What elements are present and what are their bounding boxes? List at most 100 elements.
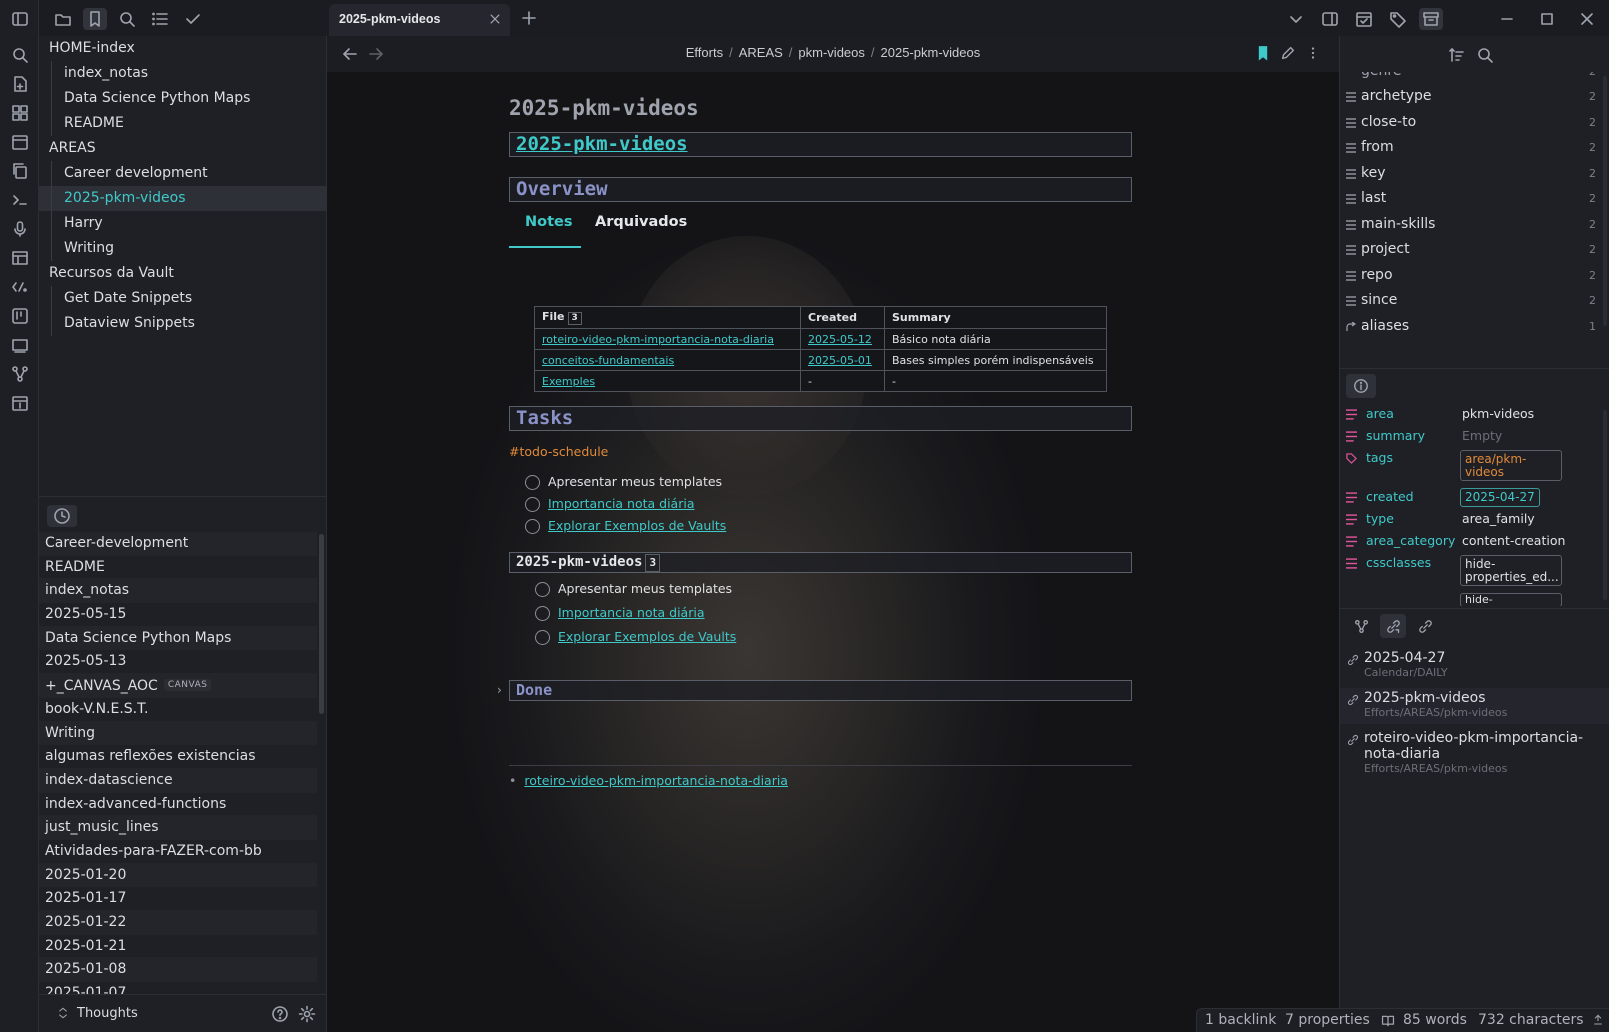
recent-file[interactable]: 2025-01-08	[39, 958, 317, 983]
status-properties[interactable]: 7 properties	[1285, 1012, 1370, 1028]
recent-file[interactable]: 2025-05-13	[39, 650, 317, 675]
task-checkbox[interactable]	[525, 475, 540, 490]
nav-item-active[interactable]: 2025-pkm-videos	[39, 186, 327, 211]
slides-icon[interactable]	[10, 335, 30, 355]
tag-item[interactable]: aliases 1	[1340, 314, 1602, 340]
recent-file[interactable]: algumas reflexões existencias	[39, 745, 317, 769]
backlinks-icon[interactable]	[1412, 614, 1438, 638]
bookmarks-icon[interactable]	[83, 8, 107, 30]
sync-icon[interactable]	[1592, 1013, 1604, 1027]
recent-file[interactable]: README	[39, 556, 317, 580]
kanban-icon[interactable]	[10, 306, 30, 326]
file-explorer-icon[interactable]	[51, 8, 75, 30]
help-icon[interactable]	[271, 1005, 289, 1023]
tasks-icon[interactable]	[181, 8, 205, 30]
tag-item[interactable]: from 2	[1340, 135, 1602, 161]
calendar-icon[interactable]	[10, 132, 30, 152]
link-item-hover[interactable]: 2025-pkm-videos Efforts/AREAS/pkm-videos	[1340, 688, 1609, 724]
nav-item[interactable]: index_notas	[39, 61, 327, 86]
task-checkbox[interactable]	[535, 582, 550, 597]
recent-file[interactable]: just_music_lines	[39, 816, 317, 840]
maximize-icon[interactable]	[1535, 8, 1559, 30]
nav-section-home[interactable]: HOME-index	[39, 36, 327, 61]
tag-item-partial[interactable]: genre 2	[1340, 72, 1602, 84]
nav-item[interactable]: Writing	[39, 236, 327, 261]
table-header-summary[interactable]: Summary	[884, 306, 1107, 329]
recent-file[interactable]: 2025-05-15	[39, 603, 317, 627]
search-tags-icon[interactable]	[1476, 46, 1494, 64]
calendar-view-icon[interactable]	[1352, 8, 1376, 30]
edit-pencil-icon[interactable]	[1280, 45, 1296, 61]
minimize-icon[interactable]	[1495, 8, 1519, 30]
recent-file[interactable]: 2025-01-20	[39, 863, 317, 888]
sidebar-toggle-icon[interactable]	[10, 9, 30, 29]
tag-pill[interactable]: area/pkm-videos	[1460, 450, 1562, 481]
task-checkbox[interactable]	[535, 606, 550, 621]
daily-note-icon[interactable]	[10, 393, 30, 413]
nav-item[interactable]: Harry	[39, 211, 327, 236]
graph-icon[interactable]	[10, 364, 30, 384]
nav-item[interactable]: README	[39, 111, 327, 136]
task-link[interactable]: Explorar Exemplos de Vaults	[558, 629, 736, 644]
copy-icon[interactable]	[10, 161, 30, 181]
nav-section-recursos[interactable]: Recursos da Vault	[39, 261, 327, 286]
recent-file[interactable]: Data Science Python Maps	[39, 626, 317, 651]
table-header-created[interactable]: Created	[800, 306, 885, 329]
task-link[interactable]: Importancia nota diária	[548, 496, 695, 511]
recent-file[interactable]: index-datascience	[39, 768, 317, 793]
task-checkbox[interactable]	[525, 497, 540, 512]
recent-file[interactable]: 2025-01-22	[39, 911, 317, 935]
search-icon[interactable]	[10, 45, 30, 65]
date-link[interactable]: 2025-05-12	[808, 333, 872, 346]
backlink-link[interactable]: roteiro-video-pkm-importancia-nota-diari…	[524, 773, 788, 788]
close-icon[interactable]	[488, 12, 502, 26]
bookmark-icon[interactable]	[1255, 45, 1271, 61]
heading-done[interactable]: Done	[509, 680, 1132, 701]
file-link[interactable]: roteiro-video-pkm-importancia-nota-diari…	[542, 333, 774, 346]
property-key[interactable]: area	[1366, 406, 1394, 421]
tag-list-scrollbar[interactable]	[1603, 76, 1607, 326]
todo-tag[interactable]: #todo-schedule	[509, 444, 608, 459]
tag-item[interactable]: repo 2	[1340, 263, 1602, 289]
recent-file[interactable]: 2025-01-07	[39, 982, 317, 994]
task-checkbox[interactable]	[535, 630, 550, 645]
tag-item[interactable]: main-skills 2	[1340, 212, 1602, 238]
task-link[interactable]: Explorar Exemplos de Vaults	[548, 518, 726, 533]
tab-active[interactable]: 2025-pkm-videos	[329, 4, 510, 36]
link-item[interactable]: 2025-04-27 Calendar/DAILY	[1340, 648, 1609, 684]
tag-item[interactable]: archetype 2	[1340, 84, 1602, 110]
archive-icon[interactable]	[1419, 8, 1443, 30]
property-key[interactable]: type	[1366, 511, 1394, 526]
recent-file[interactable]: 2025-01-17	[39, 887, 317, 911]
recent-file[interactable]: Career-development	[39, 532, 317, 556]
reading-book-icon[interactable]	[1381, 1014, 1395, 1028]
property-value-empty[interactable]: Empty	[1462, 428, 1502, 443]
recent-scrollbar[interactable]	[319, 534, 324, 714]
property-value[interactable]: content-creation	[1462, 533, 1565, 548]
clock-icon[interactable]	[47, 505, 77, 527]
tag-item[interactable]: since 2	[1340, 288, 1602, 314]
more-options-icon[interactable]	[1305, 45, 1321, 61]
dashboard-icon[interactable]	[10, 103, 30, 123]
vault-switch-icon[interactable]	[57, 1006, 69, 1020]
css-class-pill[interactable]: hide-properties_ed...	[1460, 555, 1562, 586]
nav-item[interactable]: Dataview Snippets	[39, 311, 327, 336]
outgoing-links-icon[interactable]	[1380, 614, 1406, 638]
table-icon[interactable]	[10, 248, 30, 268]
status-backlinks[interactable]: 1 backlink	[1205, 1012, 1276, 1028]
file-link[interactable]: conceitos-fundamentais	[542, 354, 674, 367]
nav-item[interactable]: Career development	[39, 161, 327, 186]
tag-item[interactable]: close-to 2	[1340, 110, 1602, 136]
right-sidebar-toggle-icon[interactable]	[1318, 8, 1342, 30]
property-key[interactable]: area_category	[1366, 533, 1455, 548]
tag-item[interactable]: project 2	[1340, 237, 1602, 263]
nav-section-areas[interactable]: AREAS	[39, 136, 327, 161]
task-checkbox[interactable]	[525, 519, 540, 534]
tag-item[interactable]: key 2	[1340, 161, 1602, 187]
table-header-file[interactable]: File 3	[534, 306, 801, 329]
property-key[interactable]: cssclasses	[1366, 555, 1431, 570]
info-icon[interactable]	[1346, 374, 1376, 398]
microphone-icon[interactable]	[10, 219, 30, 239]
recent-file[interactable]: 2025-01-21	[39, 935, 317, 959]
properties-scrollbar[interactable]	[1603, 410, 1607, 600]
